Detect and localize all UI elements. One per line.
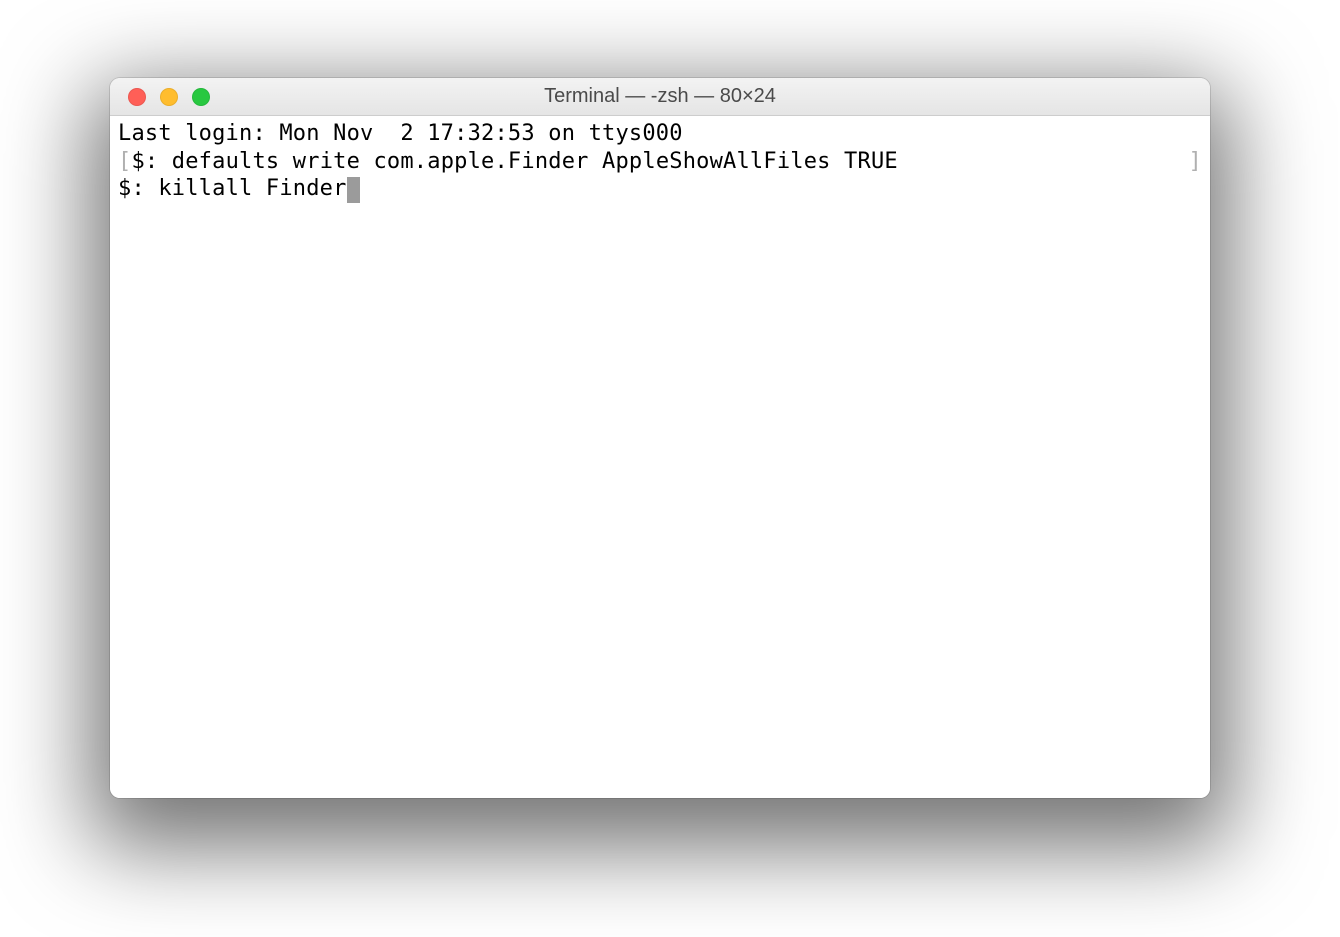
terminal-line: Last login: Mon Nov 2 17:32:53 on ttys00… xyxy=(118,120,1202,148)
traffic-lights xyxy=(110,88,210,106)
prompt-prefix: $: xyxy=(118,176,158,201)
line-text: Last login: Mon Nov 2 17:32:53 on ttys00… xyxy=(118,121,683,146)
command-text: killall Finder xyxy=(158,176,346,201)
terminal-body[interactable]: Last login: Mon Nov 2 17:32:53 on ttys00… xyxy=(110,116,1210,798)
cursor-icon xyxy=(347,177,360,203)
terminal-line: $: killall Finder xyxy=(118,175,1202,203)
maximize-button[interactable] xyxy=(192,88,210,106)
terminal-window: Terminal — -zsh — 80×24 Last login: Mon … xyxy=(110,78,1210,798)
terminal-line: [$: defaults write com.apple.Finder Appl… xyxy=(118,148,1202,176)
titlebar[interactable]: Terminal — -zsh — 80×24 xyxy=(110,78,1210,116)
window-title: Terminal — -zsh — 80×24 xyxy=(110,85,1210,108)
command-text: defaults write com.apple.Finder AppleSho… xyxy=(172,149,898,174)
close-button[interactable] xyxy=(128,88,146,106)
bracket-right: ] xyxy=(1189,148,1202,176)
bracket-left: [ xyxy=(118,149,131,174)
prompt-prefix: $: xyxy=(131,149,171,174)
minimize-button[interactable] xyxy=(160,88,178,106)
